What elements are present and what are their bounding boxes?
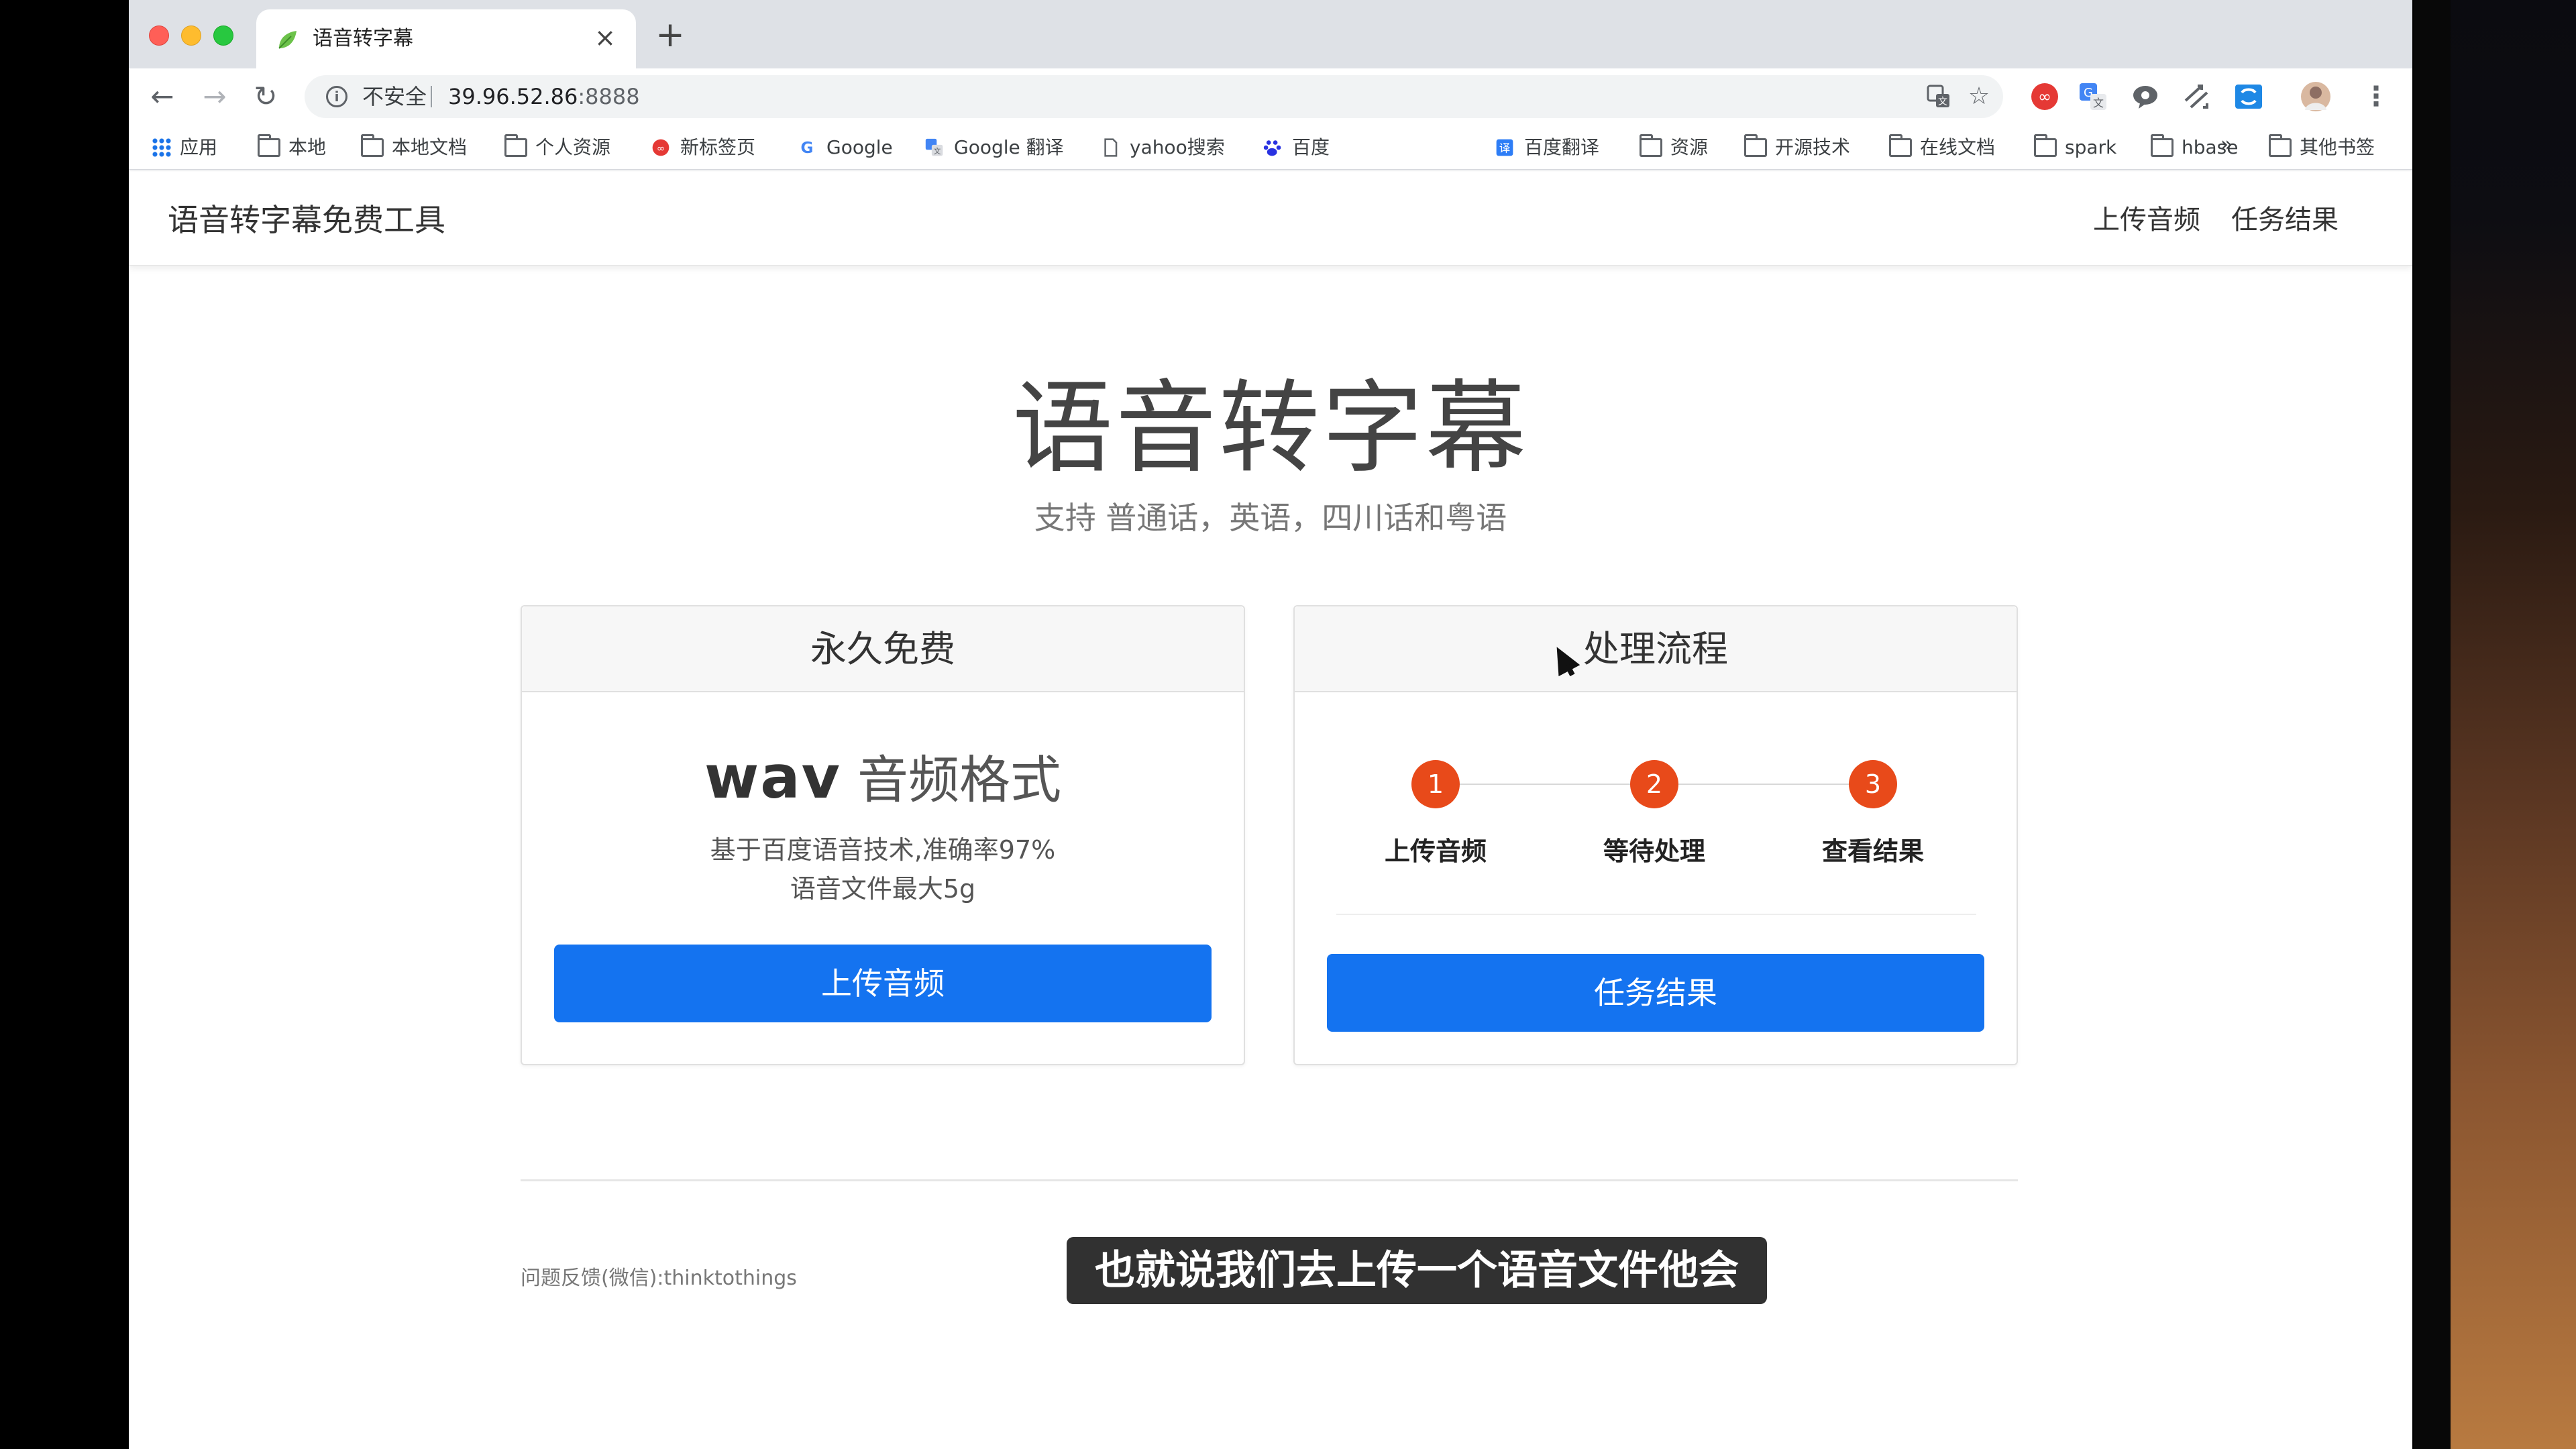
- google-translate-extension-icon[interactable]: G文: [2078, 82, 2108, 111]
- translate-icon: 文: [925, 138, 943, 156]
- bookmark-apps[interactable]: 应用: [152, 134, 217, 161]
- bookmark-open-source[interactable]: 开源技术: [1744, 134, 1850, 161]
- security-label: 不安全: [362, 84, 427, 109]
- google-icon: G: [801, 140, 814, 157]
- divider: [1336, 914, 1976, 915]
- free-card: 永久免费 wav 音频格式 基于百度语音技术,准确率97% 语音文件最大5g 上传…: [521, 605, 1245, 1065]
- task-results-button[interactable]: 任务结果: [1327, 954, 1984, 1032]
- infinity-extension-icon[interactable]: ∞: [2030, 82, 2059, 111]
- step-1-label: 上传音频: [1384, 837, 1487, 866]
- folder-icon: [1744, 134, 1767, 157]
- browser-window: 语音转字幕 × + ← → ↻ i 不安全 39.96.52.86:8888 文…: [129, 0, 2412, 1449]
- page-subtitle: 支持 普通话，英语，四川话和粤语: [1034, 500, 1507, 536]
- step-2-label: 等待处理: [1603, 837, 1705, 866]
- svg-text:G: G: [801, 140, 814, 157]
- folder-icon: [2269, 134, 2292, 157]
- site-brand[interactable]: 语音转字幕免费工具: [168, 201, 445, 239]
- video-subtitle-caption: 也就说我们去上传一个语音文件他会: [1067, 1237, 1767, 1304]
- desktop-wallpaper: [2414, 0, 2576, 1449]
- folder-icon: [1889, 134, 1912, 157]
- audio-format: wav 音频格式: [522, 741, 1244, 831]
- card-header: 永久免费: [522, 606, 1244, 692]
- footer-divider: [521, 1179, 2018, 1181]
- forward-arrow-icon[interactable]: →: [197, 79, 232, 114]
- folder-icon: [1640, 134, 1662, 157]
- site-navbar: 语音转字幕免费工具 上传音频 任务结果: [129, 172, 2412, 266]
- folder-icon: [258, 134, 280, 157]
- bookmark-online-docs[interactable]: 在线文档: [1889, 134, 1995, 161]
- svg-text:文: 文: [934, 147, 941, 156]
- baidu-paw-icon: [1263, 140, 1281, 156]
- url-host: 39.96.52.86: [448, 84, 578, 109]
- profile-avatar[interactable]: [2301, 82, 2330, 111]
- folder-icon: [2151, 134, 2174, 157]
- bookmarks-overflow-icon[interactable]: »: [2220, 133, 2233, 156]
- step-1-badge: 1: [1411, 760, 1460, 808]
- browser-toolbar: ← → ↻ i 不安全 39.96.52.86:8888 文 ☆ ∞ G文 ⋮: [129, 68, 2412, 125]
- switch-extension-icon[interactable]: [2182, 82, 2211, 111]
- nav-link-upload-audio[interactable]: 上传音频: [2093, 203, 2200, 237]
- close-window-button[interactable]: [149, 25, 169, 46]
- feedback-text: 问题反馈(微信):thinktothings: [521, 1267, 797, 1290]
- step-3-badge: 3: [1849, 760, 1897, 808]
- bookmark-resources[interactable]: 资源: [1640, 134, 1708, 161]
- accuracy-text: 基于百度语音技术,准确率97%: [710, 835, 1056, 865]
- tab-strip: 语音转字幕 × +: [129, 0, 2412, 68]
- tab-title: 语音转字幕: [313, 27, 413, 50]
- bookmark-new-tab[interactable]: ∞ 新标签页: [649, 134, 755, 161]
- page-icon: [1104, 138, 1118, 157]
- bookmark-baidu-translate[interactable]: 译百度翻译: [1493, 134, 1599, 161]
- format-label: 音频格式: [857, 750, 1062, 810]
- bookmark-google[interactable]: G Google: [796, 134, 893, 161]
- format-name: wav: [704, 743, 842, 812]
- reload-icon[interactable]: ↻: [248, 79, 283, 114]
- bookmark-spark[interactable]: spark: [2034, 134, 2116, 161]
- bookmark-other[interactable]: 其他书签: [2269, 134, 2375, 161]
- bookmark-local-docs[interactable]: 本地文档: [361, 134, 467, 161]
- bookmarks-bar: 应用 本地 本地文档 个人资源 ∞ 新标签页 G Google 文 Google 翻译…: [129, 125, 2412, 170]
- step-3-label: 查看结果: [1821, 837, 1924, 866]
- bookmark-personal-resources[interactable]: 个人资源: [504, 134, 610, 161]
- bookmark-local[interactable]: 本地: [258, 134, 326, 161]
- svg-text:译: 译: [1499, 142, 1510, 155]
- bookmark-baidu[interactable]: 百度: [1261, 134, 1330, 161]
- speech-extension-icon[interactable]: [2131, 82, 2160, 111]
- folder-icon: [504, 134, 527, 157]
- svg-text:文: 文: [1938, 97, 1947, 107]
- max-size-text: 语音文件最大5g: [790, 874, 976, 904]
- nav-link-task-results[interactable]: 任务结果: [2231, 203, 2339, 237]
- maximize-window-button[interactable]: [213, 25, 233, 46]
- browser-tab[interactable]: 语音转字幕 ×: [256, 9, 636, 68]
- sync-extension-icon[interactable]: [2234, 82, 2263, 111]
- tab-close-icon[interactable]: ×: [590, 23, 620, 52]
- url-port: :8888: [578, 84, 640, 109]
- process-card: 处理流程 1 2 3 上传音频 等待处理 查看结果 任务结果: [1293, 605, 2018, 1065]
- infinity-icon: ∞: [652, 139, 669, 156]
- minimize-window-button[interactable]: [181, 25, 201, 46]
- url-text[interactable]: 39.96.52.86:8888: [448, 83, 640, 110]
- translate-page-icon[interactable]: 文: [1925, 83, 1952, 110]
- star-icon[interactable]: ☆: [1966, 83, 1992, 110]
- bookmark-google-translate[interactable]: 文 Google 翻译: [923, 134, 1064, 161]
- leaf-favicon-icon: [278, 31, 297, 49]
- new-tab-button[interactable]: +: [655, 17, 686, 52]
- baidu-translate-icon: 译: [1496, 139, 1513, 156]
- info-icon[interactable]: i: [326, 86, 347, 107]
- bookmark-yahoo-search[interactable]: yahoo搜索: [1099, 134, 1225, 161]
- divider: [431, 86, 432, 107]
- folder-icon: [2034, 134, 2057, 157]
- card-header: 处理流程: [1295, 606, 2017, 692]
- step-2-badge: 2: [1630, 760, 1678, 808]
- upload-audio-button[interactable]: 上传音频: [554, 945, 1212, 1022]
- svg-text:∞: ∞: [657, 143, 665, 154]
- apps-grid-icon: [152, 138, 172, 158]
- address-bar[interactable]: i 不安全 39.96.52.86:8888 文 ☆: [305, 75, 2003, 118]
- page-title: 语音转字幕: [1012, 370, 1529, 487]
- folder-icon: [361, 134, 384, 157]
- svg-text:∞: ∞: [2038, 87, 2051, 106]
- back-arrow-icon[interactable]: ←: [145, 79, 180, 114]
- svg-text:文: 文: [2093, 97, 2104, 109]
- browser-menu-icon[interactable]: ⋮: [2363, 79, 2390, 114]
